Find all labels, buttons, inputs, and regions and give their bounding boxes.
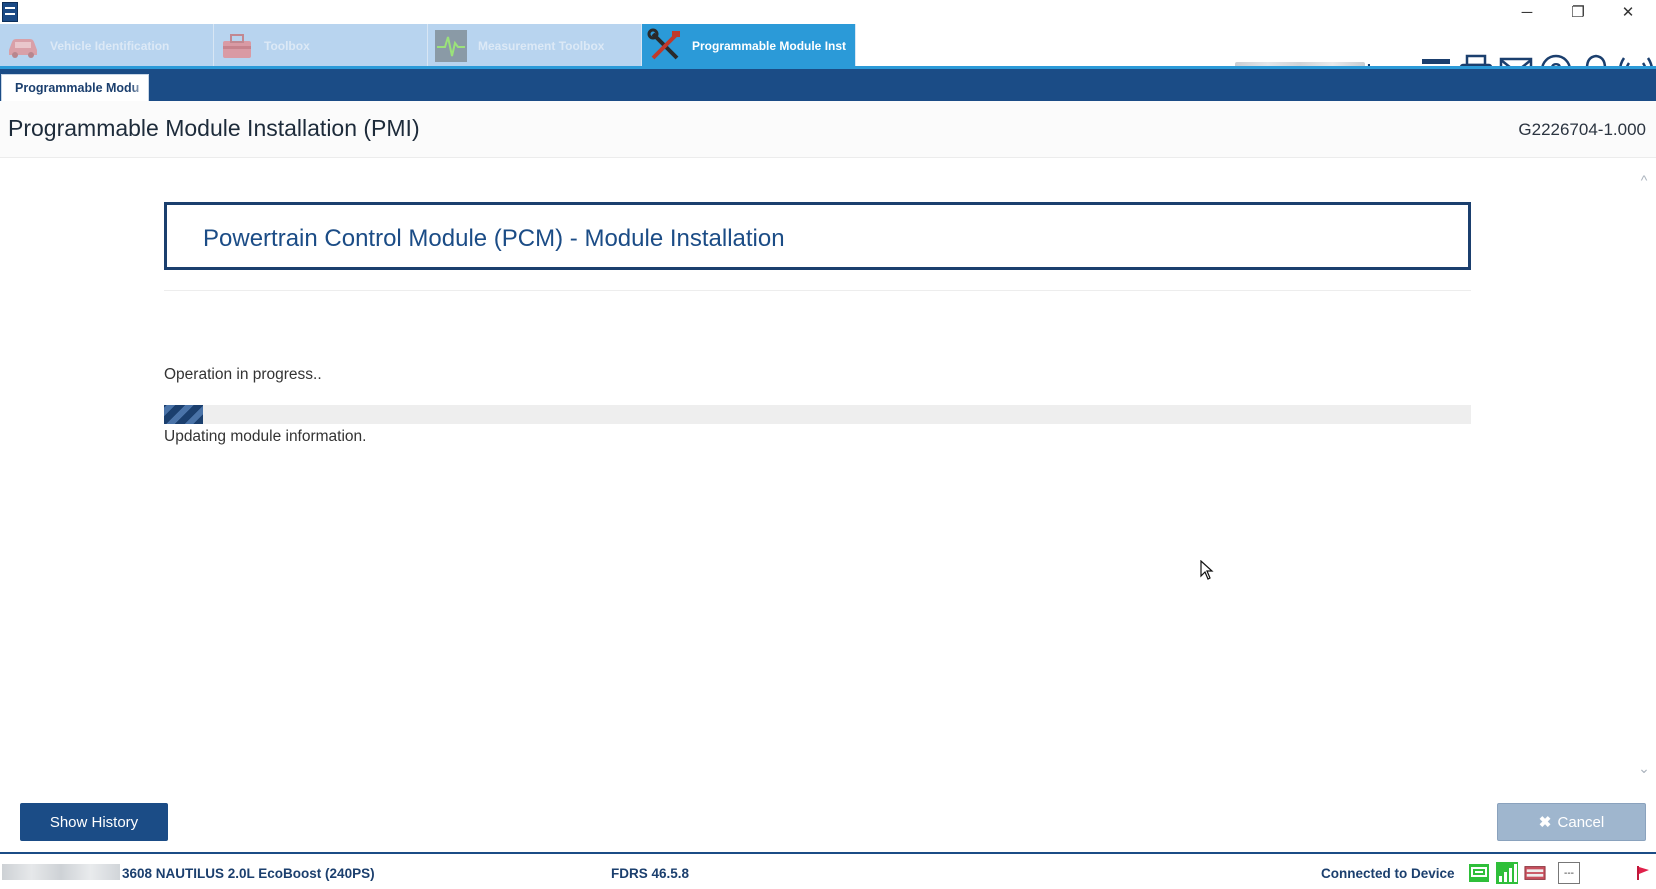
tab-label: Toolbox (264, 39, 310, 53)
minimize-button[interactable]: ─ (1504, 0, 1550, 24)
page-identifier: G2226704-1.000 (1518, 120, 1646, 139)
vin-blurred (2, 864, 120, 880)
scroll-up-icon[interactable]: ^ (1636, 172, 1652, 188)
device-link-icon[interactable] (1468, 862, 1490, 884)
subtab-label: Programmable Modu (15, 81, 140, 95)
page-title: Programmable Module Installation (PMI) (8, 115, 420, 141)
signal-strength-icon[interactable] (1496, 862, 1518, 884)
status-bar: 3608 NAUTILUS 2.0L EcoBoost (240PS) FDRS… (0, 854, 1656, 889)
cancel-label: Cancel (1557, 814, 1605, 831)
tab-label: Vehicle Identification (50, 39, 170, 53)
tab-label: Measurement Toolbox (478, 39, 605, 53)
subtab-fade (130, 75, 148, 101)
divider (164, 290, 1471, 291)
cancel-x-icon: ✖ (1538, 814, 1552, 831)
app-logo-icon (2, 2, 18, 22)
show-history-button[interactable]: Show History (20, 803, 168, 841)
main-tab-bar: Vehicle Identification Toolbox Measureme… (0, 24, 1656, 86)
oscilloscope-icon (432, 27, 470, 65)
module-title-box: Powertrain Control Module (PCM) - Module… (164, 202, 1471, 270)
tab-vehicle-identification[interactable]: Vehicle Identification (0, 24, 214, 68)
window-title-bar: ─ ❐ ✕ (0, 0, 1656, 24)
scroll-down-icon[interactable]: ⌄ (1636, 760, 1652, 776)
tab-measurement-toolbox[interactable]: Measurement Toolbox (428, 24, 642, 68)
car-icon (4, 27, 42, 65)
connection-status: Connected to Device (1321, 866, 1455, 881)
progress-bar (164, 405, 1471, 424)
tab-toolbox[interactable]: Toolbox (214, 24, 428, 68)
toolbox-icon (218, 27, 256, 65)
tab-label: Programmable Module Inst (692, 39, 847, 53)
module-title: Powertrain Control Module (PCM) - Module… (203, 225, 785, 252)
sub-tab-bar: Programmable Modu (0, 69, 1656, 101)
operation-detail: Updating module information. (164, 428, 367, 445)
vehicle-info: 3608 NAUTILUS 2.0L EcoBoost (240PS) (122, 866, 375, 881)
subtab-programmable-module[interactable]: Programmable Modu (1, 74, 149, 101)
battery-icon[interactable] (1524, 862, 1546, 884)
software-version: FDRS 46.5.8 (611, 866, 690, 881)
flag-icon[interactable] (1632, 862, 1654, 884)
tools-icon (646, 27, 684, 65)
cancel-button[interactable]: ✖ Cancel (1497, 803, 1646, 841)
progress-bar-fill (164, 405, 204, 424)
operation-status: Operation in progress.. (164, 366, 322, 383)
mouse-cursor-icon (1200, 559, 1214, 580)
close-button[interactable]: ✕ (1605, 0, 1651, 24)
restore-button[interactable]: ❐ (1555, 0, 1601, 24)
tab-programmable-module-installation[interactable]: Programmable Module Inst (642, 24, 856, 68)
page-header: Programmable Module Installation (PMI) G… (0, 101, 1656, 158)
auxiliary-status[interactable]: --- (1558, 862, 1580, 884)
